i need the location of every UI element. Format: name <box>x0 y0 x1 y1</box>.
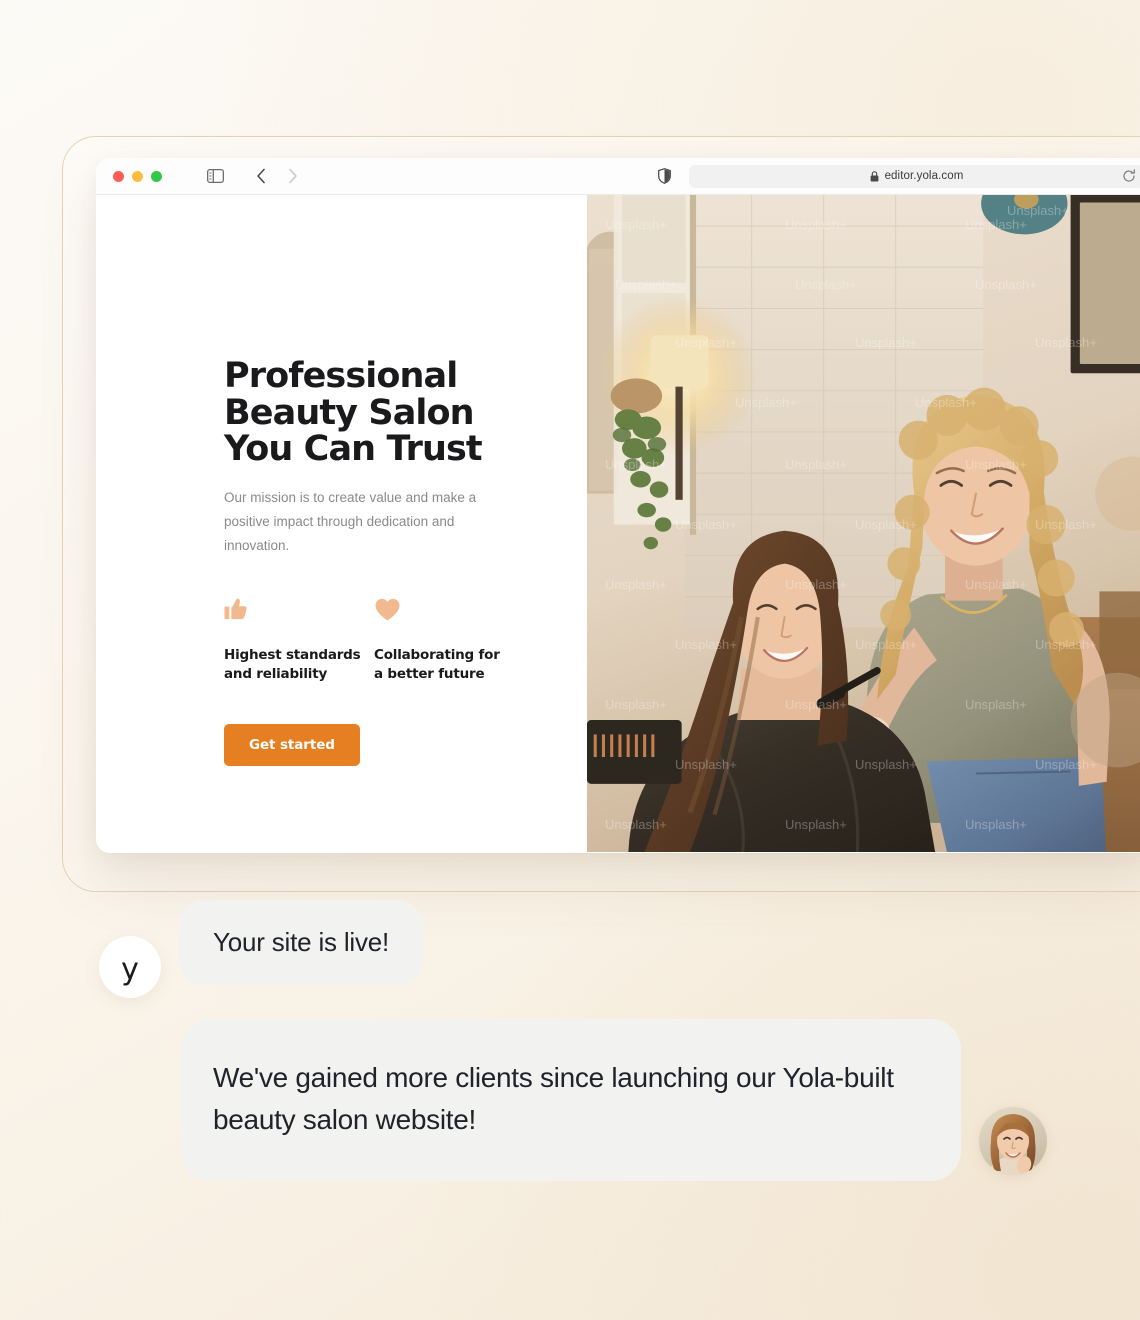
lock-icon <box>870 170 878 181</box>
chat-message-row: We've gained more clients since launchin… <box>181 1019 1047 1181</box>
yola-logo-avatar: y <box>99 936 161 998</box>
chat-bubble-testimonial: We've gained more clients since launchin… <box>181 1019 961 1181</box>
browser-toolbar: editor.yola.com <box>96 158 1140 195</box>
yola-logo-mark: y <box>121 952 139 987</box>
address-bar[interactable]: editor.yola.com <box>689 164 1140 188</box>
window-traffic-lights[interactable] <box>113 170 162 182</box>
chat-bubble-site-live: Your site is live! <box>179 900 424 985</box>
navigation-buttons[interactable] <box>248 163 306 189</box>
feature-list: Highest standards and reliability Collab… <box>224 596 524 684</box>
feature-item: Highest standards and reliability <box>224 596 374 684</box>
hero-subtitle: Our mission is to create value and make … <box>224 489 477 553</box>
feature-item: Collaborating for a better future <box>374 596 524 684</box>
chevron-right-icon[interactable] <box>280 163 306 189</box>
avatar-portrait-illustration <box>979 1107 1047 1175</box>
site-preview: Professional Beauty Salon You Can Trust … <box>96 195 1140 852</box>
thumbs-up-icon <box>224 596 374 624</box>
maximize-window-button[interactable] <box>151 170 162 182</box>
sidebar-toggle-icon[interactable] <box>202 163 228 189</box>
close-window-button[interactable] <box>113 170 124 182</box>
feature-label: Highest standards and reliability <box>224 646 361 682</box>
url-text: editor.yola.com <box>884 170 964 182</box>
chat-message-row: y Your site is live! <box>99 900 424 998</box>
page-title: Professional Beauty Salon You Can Trust <box>224 356 483 469</box>
minimize-window-button[interactable] <box>132 170 143 182</box>
hero-text-column: Professional Beauty Salon You Can Trust … <box>96 195 587 852</box>
heart-icon <box>374 596 524 624</box>
shield-icon[interactable] <box>651 163 677 189</box>
salon-photo-illustration <box>587 195 1140 852</box>
get-started-button[interactable]: Get started <box>224 723 360 766</box>
reload-icon[interactable] <box>1122 169 1136 183</box>
feature-label: Collaborating for a better future <box>374 646 500 682</box>
hero-photo: Unsplash+ Unsplash+ Unsplash+ Unsplash+ … <box>587 195 1140 852</box>
browser-window: editor.yola.com Professional Beauty Salo… <box>96 158 1140 853</box>
chevron-left-icon[interactable] <box>248 163 274 189</box>
user-photo-avatar <box>979 1107 1047 1175</box>
